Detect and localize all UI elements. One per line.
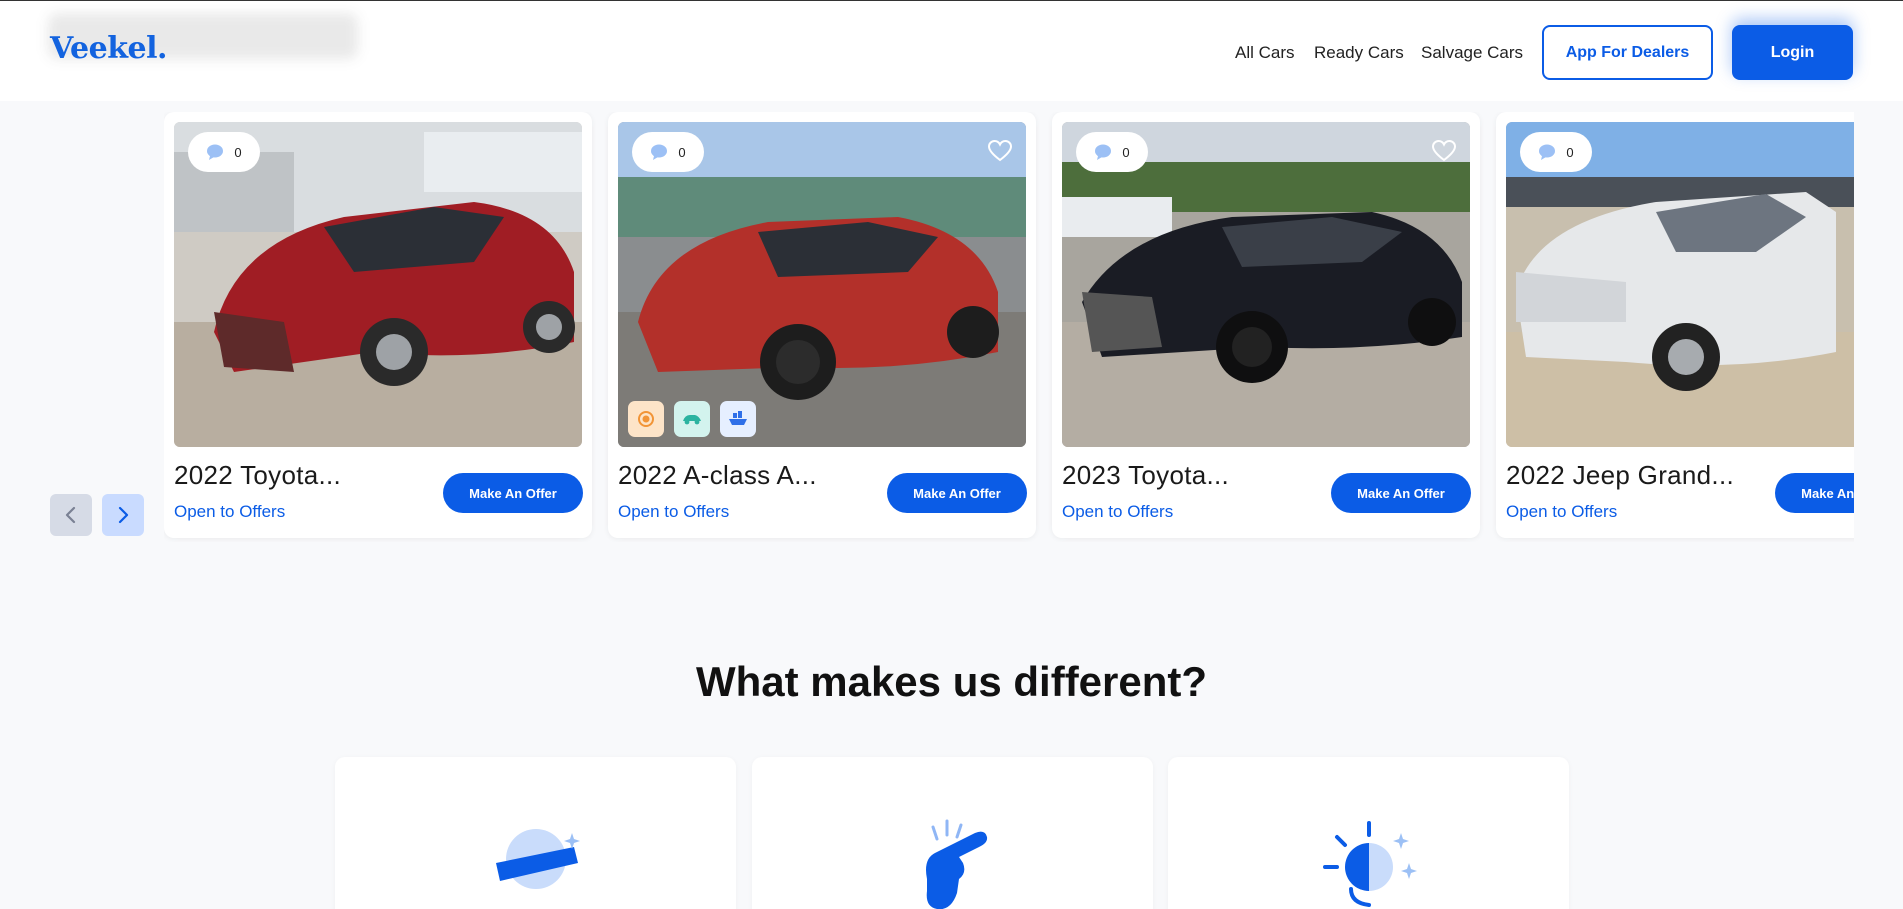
ship-icon	[729, 411, 747, 425]
nav-salvage-cars[interactable]: Salvage Cars	[1421, 43, 1523, 63]
feature-card	[1168, 757, 1569, 909]
medal-icon	[638, 411, 654, 427]
car-title[interactable]: 2022 A-class A...	[618, 460, 817, 491]
comment-icon	[207, 144, 224, 160]
heart-icon[interactable]	[988, 140, 1012, 162]
car-photo[interactable]: 0	[618, 122, 1026, 447]
comment-count: 0	[1122, 144, 1130, 160]
badge-blue	[720, 401, 756, 437]
app-for-dealers-button[interactable]: App For Dealers	[1542, 25, 1713, 80]
feature-card	[335, 757, 736, 909]
car-photo[interactable]: 0	[1506, 122, 1854, 447]
nav-all-cars[interactable]: All Cars	[1235, 43, 1295, 63]
chevron-right-icon	[118, 506, 129, 524]
pointing-hand-icon	[925, 819, 987, 909]
login-button[interactable]: Login	[1732, 25, 1853, 80]
offer-status: Open to Offers	[174, 502, 286, 521]
car-card[interactable]: 0 2022 A-class A... Open to Offers Make …	[608, 112, 1036, 538]
badge-teal	[674, 401, 710, 437]
make-offer-button[interactable]: Make An Offer	[1331, 473, 1471, 513]
heart-icon[interactable]	[1432, 140, 1456, 162]
site-logo[interactable]: Veekel.	[50, 31, 167, 66]
comment-count: 0	[678, 144, 686, 160]
comment-count-chip[interactable]: 0	[1076, 132, 1148, 172]
car-title[interactable]: 2022 Jeep Grand...	[1506, 460, 1734, 491]
car-title[interactable]: 2023 Toyota...	[1062, 460, 1229, 491]
chevron-left-icon	[65, 506, 76, 524]
car-card[interactable]: 0 2022 Toyota... Open to Offers Make An …	[164, 112, 592, 538]
make-offer-button[interactable]: Make An Offer	[1775, 473, 1854, 513]
comment-icon	[1539, 144, 1556, 160]
badge-orange	[628, 401, 664, 437]
comment-count: 0	[234, 144, 242, 160]
nav-ready-cars[interactable]: Ready Cars	[1314, 43, 1404, 63]
comment-count-chip[interactable]: 0	[632, 132, 704, 172]
comment-count: 0	[1566, 144, 1574, 160]
site-header: Veekel. All Cars Ready Cars Salvage Cars…	[0, 0, 1903, 101]
make-offer-button[interactable]: Make An Offer	[443, 473, 583, 513]
car-carousel: 0 2022 Toyota... Open to Offers Make An …	[164, 112, 1854, 542]
offer-status: Open to Offers	[618, 502, 730, 521]
comment-icon	[651, 144, 668, 160]
car-card[interactable]: 0 2022 Jeep Grand... Open to Offers Make…	[1496, 112, 1854, 538]
car-title[interactable]: 2022 Toyota...	[174, 460, 341, 491]
car-icon	[683, 415, 701, 425]
make-offer-button[interactable]: Make An Offer	[887, 473, 1027, 513]
comment-count-chip[interactable]: 0	[188, 132, 260, 172]
feature-badges	[628, 401, 756, 437]
offer-status: Open to Offers	[1506, 502, 1618, 521]
car-photo[interactable]: 0	[174, 122, 582, 447]
offer-status: Open to Offers	[1062, 502, 1174, 521]
comment-count-chip[interactable]: 0	[1520, 132, 1592, 172]
idea-bulb-icon	[1322, 821, 1417, 907]
car-photo[interactable]: 0	[1062, 122, 1470, 447]
feature-card	[752, 757, 1153, 909]
car-card[interactable]: 0 2023 Toyota... Open to Offers Make An …	[1052, 112, 1480, 538]
carousel-prev-button[interactable]	[50, 494, 92, 536]
section-title: What makes us different?	[695, 658, 1208, 705]
planet-icon	[495, 829, 580, 889]
comment-icon	[1095, 144, 1112, 160]
carousel-next-button[interactable]	[102, 494, 144, 536]
